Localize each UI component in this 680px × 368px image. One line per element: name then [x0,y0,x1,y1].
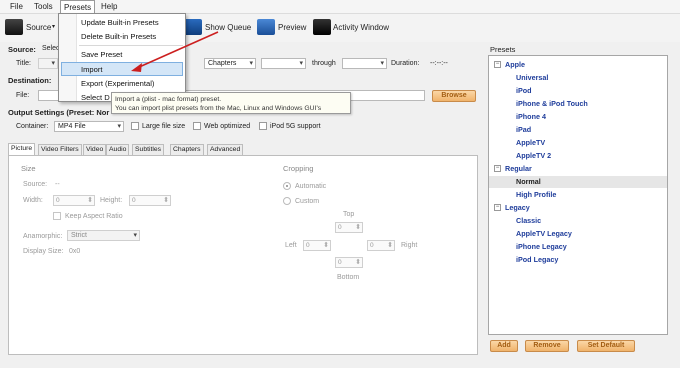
annotation-arrow-head [131,63,142,72]
annotation-arrow-line [136,31,219,69]
annotation-arrow [131,31,219,72]
